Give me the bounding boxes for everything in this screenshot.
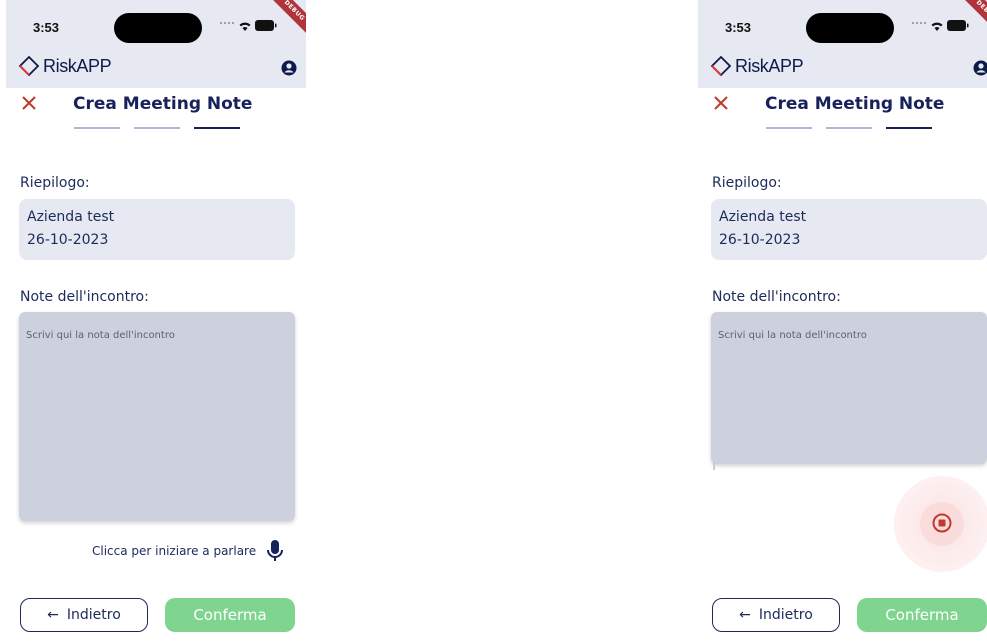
back-button-label: Indietro — [66, 607, 121, 623]
voice-hint-text: Clicca per iniziare a parlare — [92, 544, 257, 558]
summary-date: 26-10-2023 — [719, 232, 801, 248]
step-1 — [766, 127, 812, 129]
brand-name: RiskAPP — [43, 55, 112, 76]
signal-icon — [220, 22, 234, 28]
mic-icon[interactable] — [266, 540, 284, 562]
back-arrow-icon: ← — [739, 607, 751, 623]
step-3 — [194, 127, 240, 129]
summary-company: Azienda test — [27, 209, 115, 225]
riskapp-logo-icon — [710, 55, 732, 77]
confirm-button[interactable]: Conferma — [165, 598, 295, 632]
summary-box: Azienda test 26-10-2023 — [711, 199, 987, 260]
step-indicator — [766, 127, 946, 129]
notes-label: Note dell'incontro: — [712, 289, 841, 305]
back-button-label: Indietro — [758, 607, 813, 623]
step-1 — [74, 127, 120, 129]
summary-label: Riepilogo: — [712, 175, 782, 191]
brand-name: RiskAPP — [735, 55, 804, 76]
dynamic-island — [806, 13, 894, 43]
summary-box: Azienda test 26-10-2023 — [19, 199, 295, 260]
riskapp-logo-icon — [18, 55, 40, 77]
profile-icon[interactable] — [973, 60, 987, 76]
wifi-icon — [931, 22, 943, 31]
close-icon[interactable] — [20, 94, 38, 112]
status-time: 3:53 — [725, 20, 752, 35]
step-2 — [134, 127, 180, 129]
back-button[interactable]: ← Indietro — [20, 598, 148, 632]
back-arrow-icon: ← — [47, 607, 59, 623]
stop-icon[interactable] — [932, 513, 952, 533]
screen-idle: 3:53 DEBUG RiskAPP Crea Meeting Note Rie… — [6, 0, 306, 643]
confirm-button-label: Conferma — [193, 606, 267, 624]
battery-icon — [947, 20, 969, 31]
step-indicator — [74, 127, 254, 129]
summary-company: Azienda test — [719, 209, 807, 225]
summary-label: Riepilogo: — [20, 175, 90, 191]
signal-icon — [912, 22, 926, 28]
back-button[interactable]: ← Indietro — [712, 598, 840, 632]
notes-input[interactable] — [711, 312, 987, 464]
dynamic-island — [114, 13, 202, 43]
text-caret — [713, 462, 715, 470]
screen-recording: 3:53 DEBUG RiskAPP Crea Meeting Note Rie… — [698, 0, 987, 643]
close-icon[interactable] — [712, 94, 730, 112]
profile-icon[interactable] — [281, 60, 297, 76]
summary-date: 26-10-2023 — [27, 232, 109, 248]
page-title: Crea Meeting Note — [765, 94, 945, 114]
confirm-button-label: Conferma — [885, 606, 959, 624]
notes-label: Note dell'incontro: — [20, 289, 149, 305]
page-title: Crea Meeting Note — [73, 94, 253, 114]
wifi-icon — [239, 22, 251, 31]
notes-input[interactable] — [19, 312, 295, 521]
brand: RiskAPP — [18, 55, 112, 77]
confirm-button[interactable]: Conferma — [857, 598, 987, 632]
voice-hint[interactable]: Clicca per iniziare a parlare — [92, 540, 284, 562]
step-3 — [886, 127, 932, 129]
brand: RiskAPP — [710, 55, 804, 77]
status-time: 3:53 — [33, 20, 60, 35]
battery-icon — [255, 20, 277, 31]
step-2 — [826, 127, 872, 129]
